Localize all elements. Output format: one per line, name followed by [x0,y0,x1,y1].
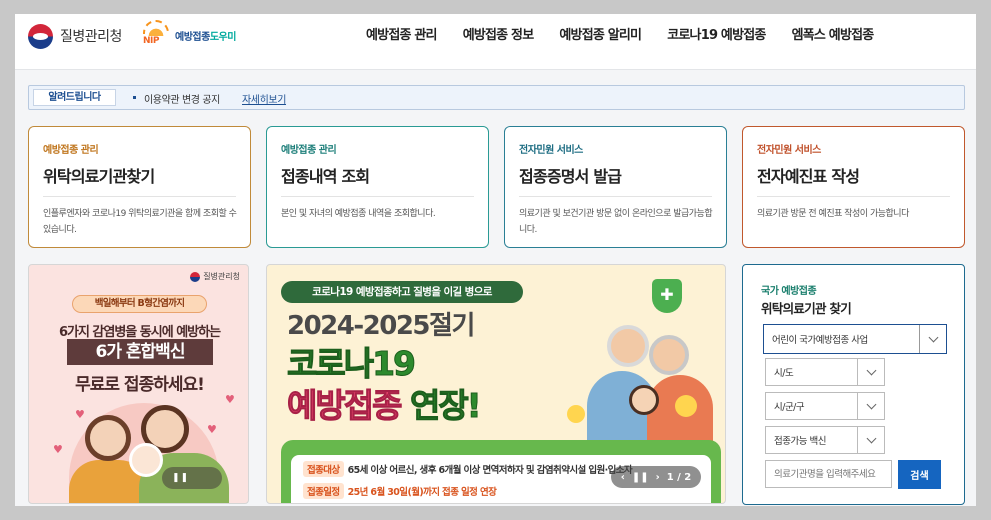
card-divider [519,196,712,197]
card-category: 예방접종 관리 [281,145,337,156]
nav-mpox-vaccination[interactable]: 엠폭스 예방접종 [779,26,887,46]
clinic-name-input[interactable] [765,460,892,488]
pause-icon: ❚❚ [172,473,190,483]
program-select[interactable]: 어린이 국가예방접종 사업 [763,324,947,354]
card-vaccination-history[interactable]: 예방접종 관리 접종내역 조회 본인 및 자녀의 예방접종 내역을 조회합니다. [266,126,489,248]
kdca-emblem-icon [28,23,53,49]
chevron-down-icon [857,393,884,419]
card-divider [281,196,474,197]
card-description: 의료기관 방문 전 예진표 작성이 가능합니다 [757,209,909,219]
banner-pill: 백일해부터 B형간염까지 [72,295,207,313]
banner-target-row: 접종대상 65세 이상 어르신, 생후 6개월 이상 면역저하자 및 감염취약시설… [303,461,633,477]
banner-headline-3: 무료로 접종하세요! [75,375,205,395]
heart-icon: ♥ [225,393,235,406]
banner-pause-button[interactable]: ❚❚ [162,467,222,489]
banner-covid19-title: 코로나19 [286,344,416,384]
covid19-extension-banner[interactable]: 코로나19 예방접종하고 질병을 이길 병으로 2024-2025절기 코로나1… [266,264,726,504]
site-header: 질병관리청 NIP 예방접종도우미 예방접종 관리 예방접종 정보 예방접종 알… [15,14,976,70]
card-description: 의료기관 및 보건기관 방문 없이 온라인으로 발급가능합니다. [519,209,713,235]
hexavalent-vaccine-banner[interactable]: 질병관리청 백일해부터 B형간염까지 6가지 감염병을 동시에 예방하는 6가 … [28,264,249,504]
card-title: 접종내역 조회 [281,167,370,186]
kdca-name: 질병관리청 [60,29,122,45]
sigungu-select[interactable]: 시/군/구 [765,392,885,420]
carousel-counter: 1 / 2 [666,471,692,483]
chevron-down-icon [857,359,884,385]
banner-main-title: 예방접종 연장! [286,386,482,426]
heart-icon: ♥ [53,443,63,456]
family-illustration [567,285,717,445]
notice-bar: 알려드립니다 이용약관 변경 공지 자세히보기 [28,85,965,110]
main-nav: 예방접종 관리 예방접종 정보 예방접종 알리미 코로나19 예방접종 엠폭스 … [353,26,886,46]
search-category: 국가 예방접종 [761,286,817,297]
browser-page: 질병관리청 NIP 예방접종도우미 예방접종 관리 예방접종 정보 예방접종 알… [15,14,976,506]
schedule-tag: 접종일정 [303,483,344,499]
nip-logo[interactable]: NIP 예방접종도우미 [143,20,237,48]
sigungu-select-value: 시/군/구 [774,402,805,413]
notice-text[interactable]: 이용약관 변경 공지 [144,91,220,106]
target-text: 65세 이상 어르신, 생후 6개월 이상 면역저하자 및 감염취약시설 입원·… [347,465,633,476]
sido-select[interactable]: 시/도 [765,358,885,386]
nip-text-b: 도우미 [209,31,237,43]
clinic-search-panel: 국가 예방접종 위탁의료기관 찾기 어린이 국가예방접종 사업 시/도 시/군/… [742,264,965,505]
banner-pill: 코로나19 예방접종하고 질병을 이길 병으로 [281,281,523,303]
card-category: 전자민원 서비스 [757,145,821,156]
vaccine-select-value: 접종가능 백신 [774,436,826,447]
card-find-clinic[interactable]: 예방접종 관리 위탁의료기관찾기 인플루엔자와 코로나19 위탁의료기관을 함께… [28,126,251,248]
nav-covid19-vaccination[interactable]: 코로나19 예방접종 [654,26,778,46]
banner-carousel-control: ‹ ❚❚ › 1 / 2 [611,466,701,488]
card-e-prescreening[interactable]: 전자민원 서비스 전자예진표 작성 의료기관 방문 전 예진표 작성이 가능합니… [742,126,965,248]
baby-illustration [129,443,163,477]
notice-more-link[interactable]: 자세히보기 [242,91,286,106]
parent-face-illustration [85,415,131,461]
search-button[interactable]: 검색 [898,460,941,489]
card-divider [43,196,236,197]
kdca-emblem-icon [190,271,201,282]
notice-label: 알려드립니다 [33,89,116,106]
nav-vaccination-management[interactable]: 예방접종 관리 [353,26,450,46]
card-title: 접종증명서 발급 [519,167,622,186]
schedule-text: 25년 6월 30일(월)까지 접종 일정 연장 [347,487,497,498]
prev-arrow-icon[interactable]: ‹ [621,472,625,483]
nav-vaccination-alert[interactable]: 예방접종 알리미 [546,26,654,46]
heart-icon: ♥ [75,408,85,421]
next-arrow-icon[interactable]: › [656,472,660,483]
card-title: 전자예진표 작성 [757,167,860,186]
nip-text-a: 예방접종 [175,31,210,43]
card-divider [757,196,950,197]
chevron-down-icon [919,325,946,353]
target-tag: 접종대상 [303,461,344,477]
card-title: 위탁의료기관찾기 [43,167,155,186]
search-title: 위탁의료기관 찾기 [761,301,852,316]
bullet-icon [133,96,136,99]
vaccine-select[interactable]: 접종가능 백신 [765,426,885,454]
nip-sun-icon: NIP [143,20,171,48]
banner-org-name: 질병관리청 [203,272,240,281]
chevron-down-icon [857,427,884,453]
banner-org-logo: 질병관리청 [190,271,240,282]
program-select-value: 어린이 국가예방접종 사업 [772,335,868,346]
banner-headline-1: 6가지 감염병을 동시에 예방하는 [58,325,221,340]
sido-select-value: 시/도 [774,368,794,379]
shield-plus-icon: ✚ [652,279,682,313]
nav-vaccination-info[interactable]: 예방접종 정보 [450,26,547,46]
heart-icon: ♥ [207,423,217,436]
banner-schedule-row: 접종일정 25년 6월 30일(월)까지 접종 일정 연장 [303,483,497,499]
banner-headline-2: 6가 혼합백신 [67,339,213,365]
card-category: 예방접종 관리 [43,145,99,156]
card-description: 인플루엔자와 코로나19 위탁의료기관을 함께 조회할 수 있습니다. [43,209,237,235]
kdca-logo[interactable]: 질병관리청 [28,22,122,50]
card-description: 본인 및 자녀의 예방접종 내역을 조회합니다. [281,209,436,219]
card-category: 전자민원 서비스 [519,145,583,156]
card-certificate-issue[interactable]: 전자민원 서비스 접종증명서 발급 의료기관 및 보건기관 방문 없이 온라인으… [504,126,727,248]
pause-icon[interactable]: ❚❚ [632,472,649,483]
